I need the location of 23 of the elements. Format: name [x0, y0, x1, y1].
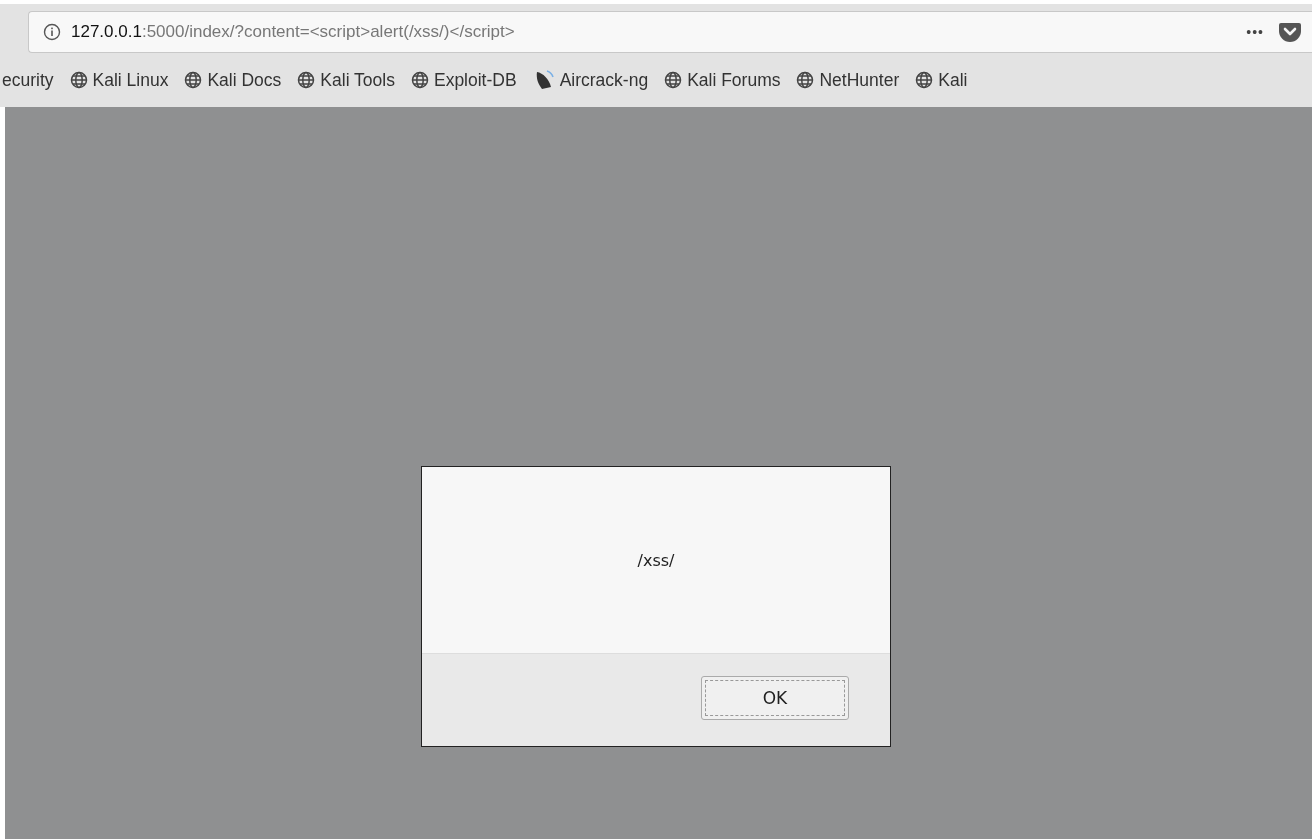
- ok-button[interactable]: OK: [701, 676, 849, 720]
- globe-icon: [664, 71, 683, 89]
- url-text: 127.0.0.1:5000/index/?content=<script>alert(/xss/)</script>: [71, 22, 515, 42]
- bookmark-item[interactable]: Kali Tools: [297, 69, 395, 91]
- bookmark-item[interactable]: Kali Docs: [184, 69, 282, 91]
- globe-icon: [184, 71, 203, 89]
- address-bar[interactable]: 127.0.0.1:5000/index/?content=<script>alert(/xss/)</script> •••: [28, 11, 1312, 53]
- bookmark-item[interactable]: Aircrack-ng: [532, 69, 649, 91]
- bookmark-item[interactable]: NetHunter: [796, 69, 900, 91]
- page-actions-button[interactable]: •••: [1246, 24, 1264, 40]
- alert-message: /xss/: [637, 550, 675, 570]
- bookmark-item[interactable]: Kali Linux: [69, 69, 169, 91]
- globe-icon: [915, 71, 934, 89]
- globe-icon: [69, 71, 88, 89]
- bookmark-item[interactable]: Exploit-DB: [410, 69, 517, 91]
- globe-icon: [410, 71, 429, 89]
- globe-icon: [297, 71, 316, 89]
- globe-icon: [796, 71, 815, 89]
- info-icon[interactable]: [43, 23, 61, 41]
- bookmark-item[interactable]: ecurity: [2, 69, 54, 91]
- bookmark-item[interactable]: Kali Forums: [664, 69, 781, 91]
- pocket-icon[interactable]: [1278, 21, 1302, 43]
- bookmark-item[interactable]: Kali: [915, 69, 968, 91]
